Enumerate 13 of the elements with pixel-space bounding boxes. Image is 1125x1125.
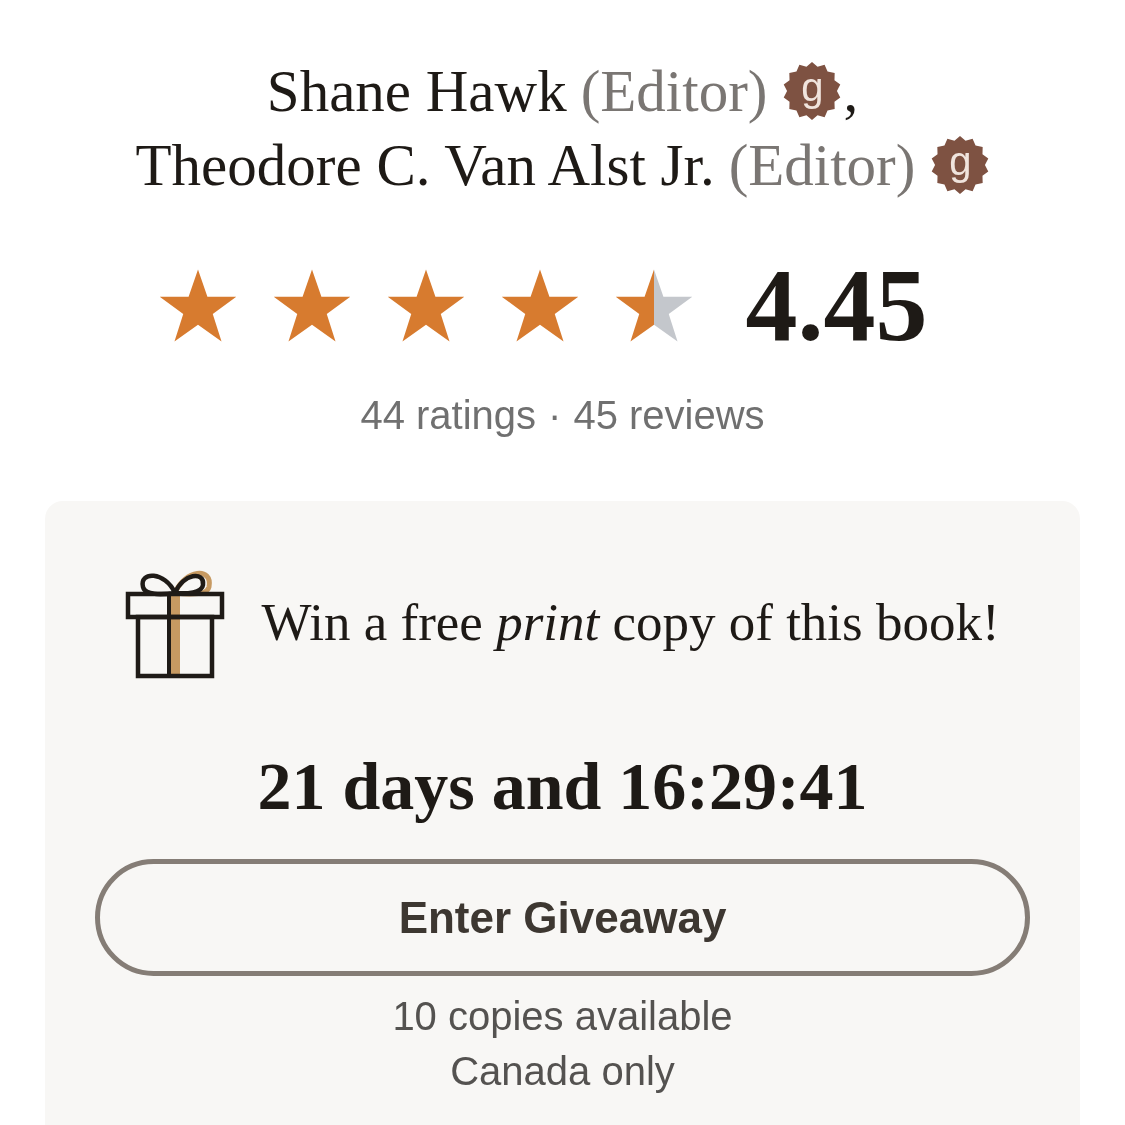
- author-badge: g: [931, 136, 990, 194]
- author-badge: g: [783, 62, 842, 120]
- author-name[interactable]: Theodore C. Van Alst Jr.: [135, 135, 715, 195]
- giveaway-detail: 10 copies available: [392, 993, 733, 1040]
- average-rating: 4.45: [745, 253, 928, 357]
- author-separator: ,: [843, 61, 859, 121]
- enter-giveaway-button[interactable]: Enter Giveaway: [95, 859, 1030, 976]
- giveaway-detail: Canada only: [450, 1048, 675, 1095]
- ratings-link[interactable]: 44 ratings: [360, 395, 537, 435]
- giveaway-headline: Win a free print copy of this book!: [261, 595, 1000, 649]
- separator-dot: ·: [548, 395, 562, 435]
- reviews-link[interactable]: 45 reviews: [573, 395, 765, 435]
- author-name[interactable]: Shane Hawk: [266, 61, 567, 121]
